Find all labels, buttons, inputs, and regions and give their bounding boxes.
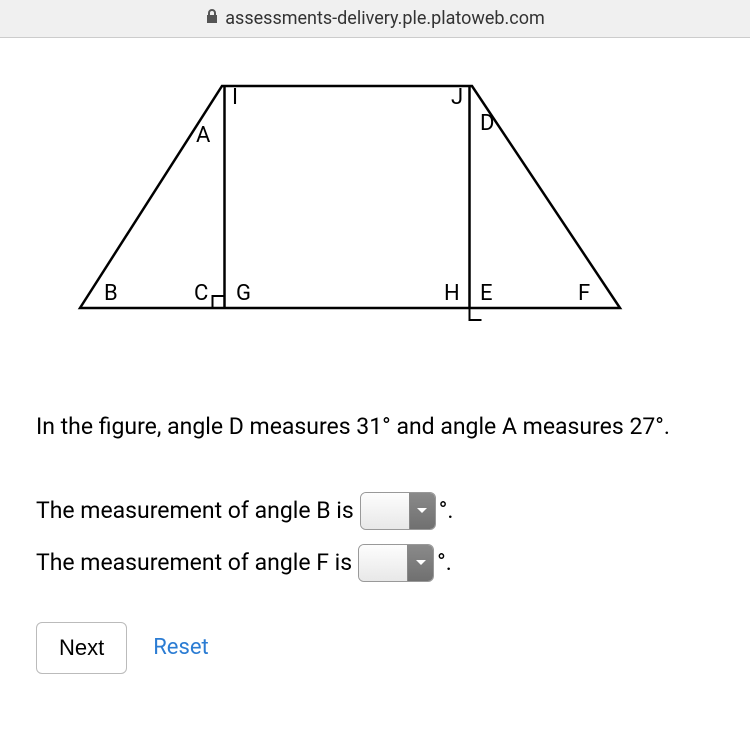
url-text: assessments-delivery.ple.platoweb.com xyxy=(225,8,545,29)
angle-f-dropdown[interactable] xyxy=(358,544,434,582)
label-D: D xyxy=(480,111,494,136)
url-bar: assessments-delivery.ple.platoweb.com xyxy=(0,0,750,38)
angle-b-dropdown[interactable] xyxy=(360,492,436,530)
dropdown-value xyxy=(359,545,407,581)
row-b-suffix: °. xyxy=(439,497,454,524)
question-text: In the figure, angle D measures 31° and … xyxy=(36,412,714,442)
chevron-down-icon xyxy=(409,493,435,529)
lock-icon xyxy=(205,8,219,29)
label-C: C xyxy=(194,281,208,306)
geometry-figure: I J A D B C G H E F xyxy=(56,78,714,332)
row-f-prefix: The measurement of angle F is xyxy=(36,549,352,576)
label-I: I xyxy=(232,85,238,110)
label-G: G xyxy=(236,281,251,306)
next-button[interactable]: Next xyxy=(36,622,127,674)
reset-link[interactable]: Reset xyxy=(153,635,208,660)
label-F: F xyxy=(578,281,590,306)
answer-row-f: The measurement of angle F is °. xyxy=(36,544,714,582)
row-f-suffix: °. xyxy=(437,549,452,576)
label-J: J xyxy=(451,85,463,110)
label-E: E xyxy=(480,281,493,306)
label-A: A xyxy=(196,123,211,148)
label-B: B xyxy=(104,281,118,306)
row-b-prefix: The measurement of angle B is xyxy=(36,497,354,524)
label-H: H xyxy=(444,281,460,306)
answer-row-b: The measurement of angle B is °. xyxy=(36,492,714,530)
dropdown-value xyxy=(361,493,409,529)
chevron-down-icon xyxy=(407,545,433,581)
